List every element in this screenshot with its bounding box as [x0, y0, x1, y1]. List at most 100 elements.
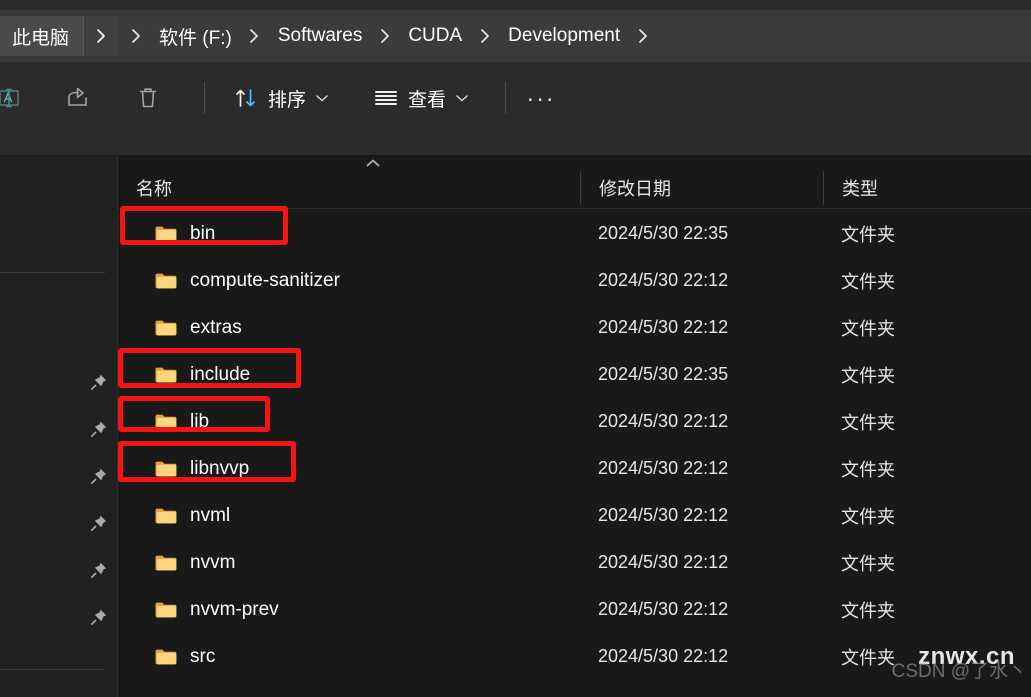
- nav-pinned-item[interactable]: [0, 358, 118, 405]
- file-name-cell: nvvm-prev: [118, 599, 580, 621]
- table-row[interactable]: extras 2024/5/30 22:12 文件夹: [118, 304, 1031, 351]
- chevron-right-icon[interactable]: [83, 16, 120, 56]
- nav-pinned-item[interactable]: [0, 593, 118, 640]
- file-date-cell: 2024/5/30 22:35: [598, 223, 729, 243]
- watermark-author: CSDN @了水丶: [891, 661, 1027, 682]
- file-name-cell: lib: [118, 411, 580, 433]
- file-name-cell: compute-sanitizer: [118, 270, 580, 292]
- file-type-cell: 文件夹: [841, 412, 895, 433]
- file-type-cell: 文件夹: [841, 600, 895, 621]
- nav-pinned-item[interactable]: [0, 452, 118, 499]
- breadcrumb-item-drive-f[interactable]: 软件 (F:): [153, 23, 238, 50]
- file-name-cell: include: [118, 364, 580, 386]
- table-row[interactable]: libnvvp 2024/5/30 22:12 文件夹: [118, 445, 1031, 492]
- file-type-cell: 文件夹: [841, 365, 895, 386]
- table-row[interactable]: bin 2024/5/30 22:35 文件夹: [118, 210, 1031, 257]
- file-name: libnvvp: [190, 457, 250, 479]
- folder-icon: [154, 271, 178, 291]
- file-name: extras: [190, 316, 242, 338]
- rename-icon: [0, 86, 22, 110]
- delete-button[interactable]: [126, 76, 170, 120]
- table-row[interactable]: nvvm 2024/5/30 22:12 文件夹: [118, 539, 1031, 586]
- table-row[interactable]: nvvm-prev 2024/5/30 22:12 文件夹: [118, 586, 1031, 633]
- chevron-right-icon: [238, 28, 272, 44]
- folder-icon: [154, 318, 178, 338]
- explorer-body: 名称 修改日期 类型 bin 2024/5/30 22:35 文件夹 compu…: [0, 155, 1031, 697]
- file-name-cell: nvml: [118, 505, 580, 527]
- breadcrumb: 此电脑 软件 (F:) Softwares CUDA Development: [0, 10, 660, 62]
- chevron-down-icon: [315, 93, 329, 103]
- pin-icon: [90, 467, 108, 485]
- pin-icon: [90, 514, 108, 532]
- command-bar: 排序 查看 ···: [0, 62, 1031, 134]
- breadcrumb-item-this-pc[interactable]: 此电脑: [0, 16, 120, 56]
- chevron-right-icon: [119, 28, 153, 44]
- share-icon: [64, 85, 92, 111]
- chevron-right-icon: [468, 28, 502, 44]
- file-name: nvvm-prev: [190, 598, 279, 620]
- folder-icon: [154, 459, 178, 479]
- file-name-cell: src: [118, 646, 580, 668]
- command-bar-filler: [0, 134, 1031, 155]
- column-header-name[interactable]: 名称: [118, 171, 580, 205]
- file-date-cell: 2024/5/30 22:12: [598, 552, 729, 572]
- file-date-cell: 2024/5/30 22:12: [598, 317, 729, 337]
- file-type-cell: 文件夹: [841, 224, 895, 245]
- file-date-cell: 2024/5/30 22:12: [598, 505, 729, 525]
- toolbar-divider: [204, 82, 205, 114]
- rename-button[interactable]: [0, 76, 32, 120]
- chevron-right-icon: [368, 28, 402, 44]
- breadcrumb-item-cuda[interactable]: CUDA: [402, 25, 468, 47]
- file-type-cell: 文件夹: [841, 271, 895, 292]
- folder-icon: [154, 506, 178, 526]
- file-rows: bin 2024/5/30 22:35 文件夹 compute-sanitize…: [118, 210, 1031, 680]
- column-header-date-modified[interactable]: 修改日期: [580, 171, 823, 205]
- chevron-right-icon[interactable]: [626, 28, 660, 44]
- navigation-pane[interactable]: [0, 155, 118, 697]
- file-name: compute-sanitizer: [190, 269, 340, 291]
- sort-arrows-icon: [233, 86, 259, 110]
- file-name: lib: [190, 410, 210, 432]
- table-row[interactable]: nvml 2024/5/30 22:12 文件夹: [118, 492, 1031, 539]
- header-rule: [118, 208, 1031, 209]
- view-button[interactable]: 查看: [363, 76, 479, 120]
- file-name-cell: nvvm: [118, 552, 580, 574]
- sort-label: 排序: [268, 89, 307, 111]
- nav-divider: [0, 669, 105, 670]
- toolbar-divider: [505, 82, 507, 114]
- nav-pinned-item[interactable]: [0, 499, 118, 546]
- file-type-cell: 文件夹: [841, 318, 895, 339]
- folder-icon: [154, 412, 178, 432]
- breadcrumb-item-softwares[interactable]: Softwares: [272, 25, 368, 47]
- column-header-type[interactable]: 类型: [823, 171, 1031, 205]
- nav-divider: [0, 272, 105, 273]
- column-label: 类型: [842, 179, 878, 199]
- ellipsis-icon: ···: [526, 84, 556, 111]
- more-options-button[interactable]: ···: [518, 76, 564, 120]
- address-bar[interactable]: 此电脑 软件 (F:) Softwares CUDA Development: [0, 10, 1031, 62]
- breadcrumb-label: 此电脑: [12, 27, 70, 49]
- share-button[interactable]: [54, 76, 102, 120]
- folder-icon: [154, 647, 178, 667]
- view-label: 查看: [408, 89, 447, 111]
- table-row[interactable]: compute-sanitizer 2024/5/30 22:12 文件夹: [118, 257, 1031, 304]
- file-date-cell: 2024/5/30 22:12: [598, 270, 729, 290]
- breadcrumb-item-development[interactable]: Development: [502, 25, 626, 47]
- folder-icon: [154, 365, 178, 385]
- trash-icon: [136, 85, 160, 111]
- folder-icon: [154, 224, 178, 244]
- pin-icon: [90, 561, 108, 579]
- column-label: 名称: [136, 179, 172, 199]
- folder-icon: [154, 553, 178, 573]
- nav-pinned-item[interactable]: [0, 405, 118, 452]
- sort-button[interactable]: 排序: [223, 76, 339, 120]
- table-row[interactable]: include 2024/5/30 22:35 文件夹: [118, 351, 1031, 398]
- table-row[interactable]: lib 2024/5/30 22:12 文件夹: [118, 398, 1031, 445]
- file-type-cell: 文件夹: [841, 459, 895, 480]
- nav-pinned-item[interactable]: [0, 546, 118, 593]
- file-name: include: [190, 363, 251, 385]
- pin-icon: [90, 420, 108, 438]
- folder-icon: [154, 600, 178, 620]
- window-chrome: 此电脑 软件 (F:) Softwares CUDA Development 排…: [0, 0, 1031, 155]
- column-label: 修改日期: [599, 179, 671, 199]
